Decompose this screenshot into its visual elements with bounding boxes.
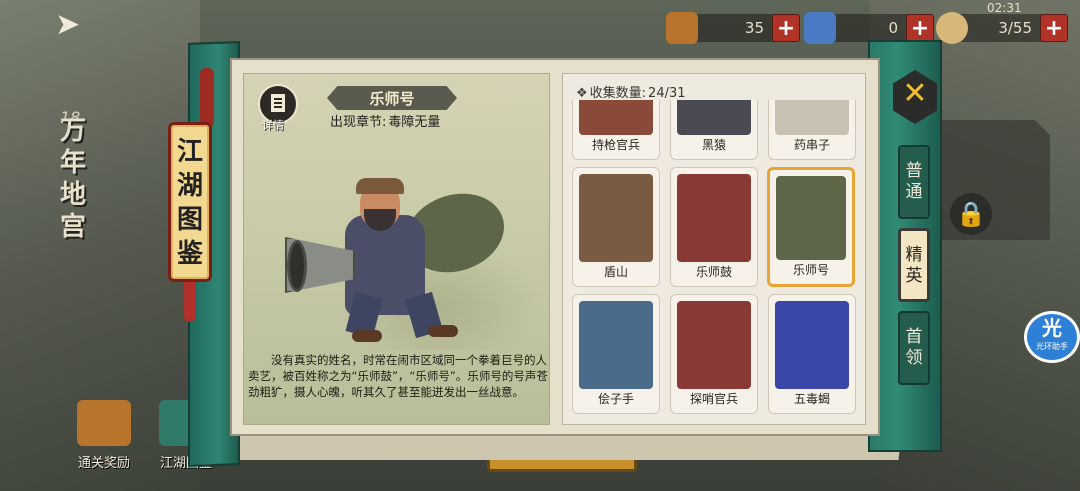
tab-boss[interactable]: 首领 bbox=[898, 311, 930, 385]
character-portrait bbox=[775, 100, 849, 135]
character-name: 乐师号 bbox=[369, 90, 415, 108]
back-arrow-icon: ➤ bbox=[55, 7, 81, 42]
detail-label: 详情 bbox=[262, 119, 284, 132]
character-card[interactable]: 五毒蝎 bbox=[768, 294, 856, 414]
character-portrait bbox=[579, 174, 653, 262]
add-blue-scroll-button[interactable]: + bbox=[906, 14, 934, 42]
collection-value: 24/31 bbox=[648, 86, 686, 101]
add-bun-button[interactable]: + bbox=[1040, 14, 1068, 42]
resource-value: 0 bbox=[888, 19, 898, 37]
document-icon bbox=[271, 94, 285, 112]
banner-tassel bbox=[184, 282, 196, 322]
resource-value: 35 bbox=[744, 19, 764, 37]
diamond-icon: ❖ bbox=[576, 86, 588, 101]
character-card[interactable]: 盾山 bbox=[572, 167, 660, 287]
clear-reward-button[interactable]: 通关奖励 bbox=[68, 400, 140, 472]
character-portrait bbox=[579, 301, 653, 389]
lock-icon: 🔒 bbox=[950, 193, 992, 235]
character-card-name: 持枪官兵 bbox=[591, 138, 640, 152]
character-card-name: 盾山 bbox=[603, 265, 628, 279]
chapter-label: 出现章节: bbox=[330, 115, 387, 130]
assistant-icon: 光 bbox=[1042, 316, 1062, 340]
character-card-name: 药串子 bbox=[793, 138, 830, 152]
character-card-name: 乐师鼓 bbox=[695, 265, 732, 279]
collection-label: 收集数量: bbox=[589, 86, 647, 101]
assistant-label: 光环助手 bbox=[1036, 342, 1068, 351]
banner-cord bbox=[200, 68, 214, 128]
blue-scroll-icon bbox=[804, 12, 836, 44]
character-portrait bbox=[677, 301, 751, 389]
character-card[interactable]: 侩子手 bbox=[572, 294, 660, 414]
tab-normal[interactable]: 普通 bbox=[898, 145, 930, 219]
character-portrait bbox=[677, 174, 751, 262]
character-portrait bbox=[775, 301, 849, 389]
character-card-name: 探哨官兵 bbox=[689, 392, 738, 406]
character-card-name: 乐师号 bbox=[792, 263, 829, 277]
character-card[interactable]: 黑猿 bbox=[670, 100, 758, 160]
character-art-boot bbox=[352, 330, 382, 342]
character-card-name: 黑猿 bbox=[701, 138, 726, 152]
resource-blue-scroll: 0 + bbox=[804, 12, 934, 44]
clock-time: 02:31 bbox=[987, 1, 1022, 15]
stage-title: 万年地宫 bbox=[59, 116, 86, 242]
character-portrait bbox=[776, 176, 846, 260]
character-description: 没有真实的姓名，时常在闹市区域同一个拳着巨号的人卖艺，被百姓称之为“乐师鼓”，“… bbox=[248, 353, 548, 399]
assistant-float-button[interactable]: 光 光环助手 bbox=[1024, 311, 1080, 363]
character-card[interactable]: 乐师鼓 bbox=[670, 167, 758, 287]
back-button[interactable]: ➤ bbox=[55, 8, 101, 42]
book-page-edge bbox=[198, 432, 902, 460]
tab-elite[interactable]: 精英 bbox=[898, 228, 930, 302]
character-card[interactable]: 探哨官兵 bbox=[670, 294, 758, 414]
scroll-icon bbox=[666, 12, 698, 44]
chapter-info: 出现章节: 毒障无量 bbox=[328, 111, 440, 130]
character-card[interactable]: 药串子 bbox=[768, 100, 856, 160]
close-icon[interactable]: ✕ bbox=[900, 76, 930, 111]
clear-reward-label: 通关奖励 bbox=[77, 456, 130, 471]
resource-value: 3/55 bbox=[998, 19, 1032, 37]
horn-mouth bbox=[287, 240, 307, 292]
character-art-hat bbox=[356, 178, 404, 194]
character-portrait bbox=[677, 100, 751, 135]
resource-bun: 3/55 + bbox=[936, 12, 1068, 44]
character-art-boot bbox=[428, 325, 458, 337]
character-card-name: 侩子手 bbox=[597, 392, 634, 406]
add-scroll-button[interactable]: + bbox=[772, 14, 800, 42]
chapter-value: 毒障无量 bbox=[388, 115, 441, 130]
resource-scroll: 35 + bbox=[666, 12, 800, 44]
character-grid[interactable]: 持枪官兵 黑猿 药串子 盾山 乐师鼓 乐师号 侩子手 探哨官兵 五毒蝎 bbox=[570, 100, 860, 422]
codex-banner-title: 江湖图鉴 bbox=[176, 137, 203, 269]
chest-icon bbox=[77, 400, 131, 446]
character-card[interactable]: 持枪官兵 bbox=[572, 100, 660, 160]
character-card-name: 五毒蝎 bbox=[793, 392, 830, 406]
collection-count: ❖ 收集数量: 24/31 bbox=[576, 82, 686, 101]
codex-banner: 江湖图鉴 bbox=[168, 122, 212, 282]
character-card-selected[interactable]: 乐师号 bbox=[767, 167, 855, 287]
character-portrait bbox=[579, 100, 653, 135]
